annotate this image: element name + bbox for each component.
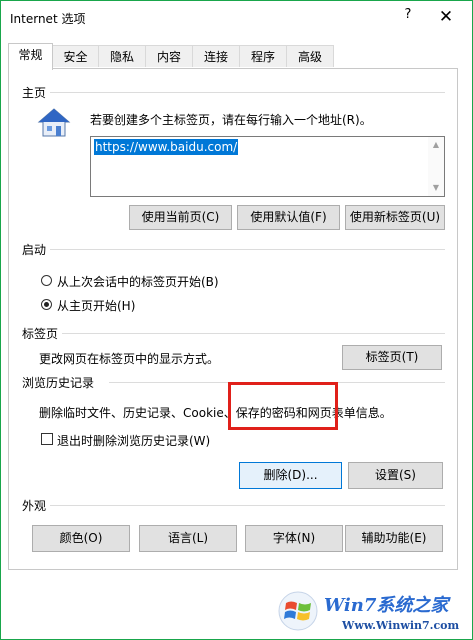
accessibility-button[interactable]: 辅助功能(E) bbox=[345, 525, 443, 552]
use-current-page-button[interactable]: 使用当前页(C) bbox=[129, 205, 232, 230]
general-tab-panel: 主页 若要创建多个主标签页，请在每行输入一个地址(R)。 https://www… bbox=[8, 68, 458, 570]
delete-button-highlight-box bbox=[228, 382, 338, 430]
section-divider bbox=[61, 333, 445, 334]
tab-strip: 常规 安全 隐私 内容 连接 程序 高级 bbox=[8, 43, 468, 70]
history-section-title: 浏览历史记录 bbox=[22, 374, 99, 391]
startup-last-session-label[interactable]: 从上次会话中的标签页开始(B) bbox=[57, 273, 219, 290]
watermark-title: Win7系统之家 bbox=[324, 595, 449, 616]
close-icon[interactable]: ✕ bbox=[431, 5, 461, 29]
windows-logo-icon bbox=[278, 591, 318, 631]
tab-connections[interactable]: 连接 bbox=[192, 45, 240, 67]
internet-options-dialog: Internet 选项 ? ✕ 常规 安全 隐私 内容 连接 程序 高级 主页 … bbox=[1, 1, 472, 639]
use-new-tab-button[interactable]: 使用新标签页(U) bbox=[345, 205, 445, 230]
textarea-scrollbar[interactable]: ▲ ▼ bbox=[428, 137, 444, 196]
history-description: 删除临时文件、历史记录、Cookie、保存的密码和网页表单信息。 bbox=[39, 406, 392, 420]
section-divider bbox=[49, 249, 445, 250]
tab-privacy[interactable]: 隐私 bbox=[98, 45, 146, 67]
history-settings-button[interactable]: 设置(S) bbox=[348, 462, 443, 489]
appearance-section-title: 外观 bbox=[22, 497, 51, 514]
title-bar: Internet 选项 ? ✕ bbox=[1, 1, 472, 35]
delete-history-button[interactable]: 删除(D)... bbox=[239, 462, 342, 489]
tab-advanced[interactable]: 高级 bbox=[286, 45, 334, 67]
homepage-section-title: 主页 bbox=[22, 84, 51, 101]
tab-programs[interactable]: 程序 bbox=[239, 45, 287, 67]
delete-on-exit-checkbox[interactable] bbox=[41, 433, 53, 445]
tab-content[interactable]: 内容 bbox=[145, 45, 193, 67]
tab-general[interactable]: 常规 bbox=[8, 43, 53, 70]
scroll-up-arrow-icon[interactable]: ▲ bbox=[428, 138, 444, 152]
watermark-url: Www.Winwin7.com bbox=[342, 619, 460, 632]
home-house-icon bbox=[37, 107, 71, 139]
tabs-section-title: 标签页 bbox=[22, 325, 63, 342]
fonts-button[interactable]: 字体(N) bbox=[245, 525, 343, 552]
startup-last-session-radio[interactable] bbox=[41, 275, 52, 286]
tab-security[interactable]: 安全 bbox=[52, 45, 99, 67]
use-default-button[interactable]: 使用默认值(F) bbox=[237, 205, 340, 230]
colors-button[interactable]: 颜色(O) bbox=[32, 525, 130, 552]
section-divider bbox=[49, 92, 445, 93]
help-icon[interactable]: ? bbox=[399, 7, 417, 27]
startup-homepage-label[interactable]: 从主页开始(H) bbox=[57, 297, 135, 314]
section-divider bbox=[49, 505, 445, 506]
languages-button[interactable]: 语言(L) bbox=[139, 525, 237, 552]
startup-homepage-radio[interactable] bbox=[41, 299, 52, 310]
site-watermark: Win7系统之家 Www.Winwin7.com bbox=[276, 585, 472, 637]
delete-on-exit-label[interactable]: 退出时删除浏览历史记录(W) bbox=[57, 432, 210, 449]
tabs-settings-button[interactable]: 标签页(T) bbox=[342, 345, 442, 370]
homepage-url-textarea[interactable]: https://www.baidu.com/ ▲ ▼ bbox=[90, 136, 445, 197]
startup-section-title: 启动 bbox=[22, 241, 51, 258]
homepage-instruction: 若要创建多个主标签页，请在每行输入一个地址(R)。 bbox=[90, 113, 372, 127]
tabs-description: 更改网页在标签页中的显示方式。 bbox=[39, 352, 220, 366]
scroll-down-arrow-icon[interactable]: ▼ bbox=[428, 181, 444, 195]
window-title: Internet 选项 bbox=[10, 12, 86, 26]
homepage-url-text: https://www.baidu.com/ bbox=[94, 139, 239, 155]
